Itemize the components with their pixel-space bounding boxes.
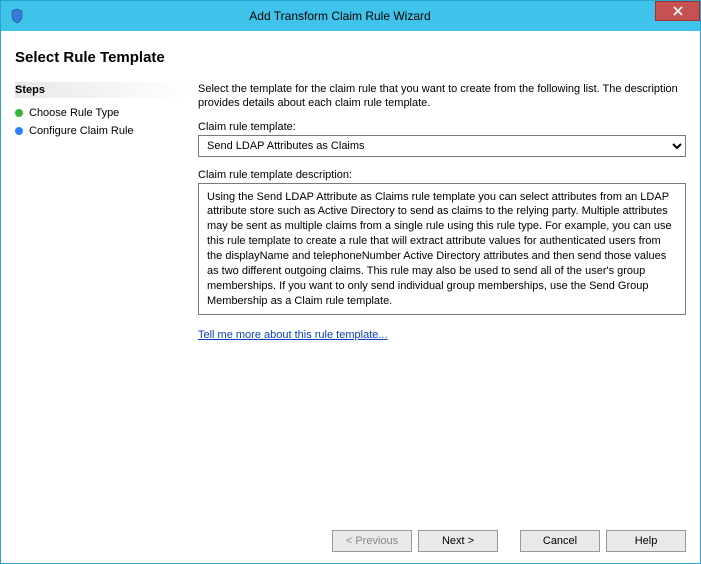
step-bullet-icon (15, 109, 23, 117)
next-button[interactable]: Next > (418, 530, 498, 552)
step-bullet-icon (15, 127, 23, 135)
help-button[interactable]: Help (606, 530, 686, 552)
cancel-button[interactable]: Cancel (520, 530, 600, 552)
step-configure-claim-rule[interactable]: Configure Claim Rule (15, 122, 190, 140)
steps-panel: Steps Choose Rule Type Configure Claim R… (15, 78, 190, 519)
app-icon (9, 8, 25, 24)
content-panel: Select the template for the claim rule t… (190, 78, 686, 519)
step-label: Choose Rule Type (29, 107, 119, 119)
learn-more-link[interactable]: Tell me more about this rule template... (198, 329, 388, 341)
page-title: Select Rule Template (15, 49, 700, 66)
wizard-footer: < Previous Next > Cancel Help (1, 519, 700, 563)
wizard-body: Steps Choose Rule Type Configure Claim R… (1, 78, 700, 519)
close-icon (673, 6, 683, 16)
steps-header: Steps (15, 82, 190, 98)
page-header: Select Rule Template (1, 31, 700, 78)
step-label: Configure Claim Rule (29, 125, 134, 137)
instruction-text: Select the template for the claim rule t… (198, 82, 686, 111)
titlebar: Add Transform Claim Rule Wizard (1, 1, 700, 31)
previous-button: < Previous (332, 530, 412, 552)
template-description-box: Using the Send LDAP Attribute as Claims … (198, 183, 686, 316)
step-choose-rule-type[interactable]: Choose Rule Type (15, 104, 190, 122)
template-label: Claim rule template: (198, 121, 686, 133)
close-button[interactable] (655, 1, 700, 21)
wizard-window: Add Transform Claim Rule Wizard Select R… (0, 0, 701, 564)
template-description-text: Using the Send LDAP Attribute as Claims … (207, 191, 672, 307)
claim-rule-template-select[interactable]: Send LDAP Attributes as Claims (198, 135, 686, 157)
window-title: Add Transform Claim Rule Wizard (25, 9, 655, 23)
description-label: Claim rule template description: (198, 169, 686, 181)
